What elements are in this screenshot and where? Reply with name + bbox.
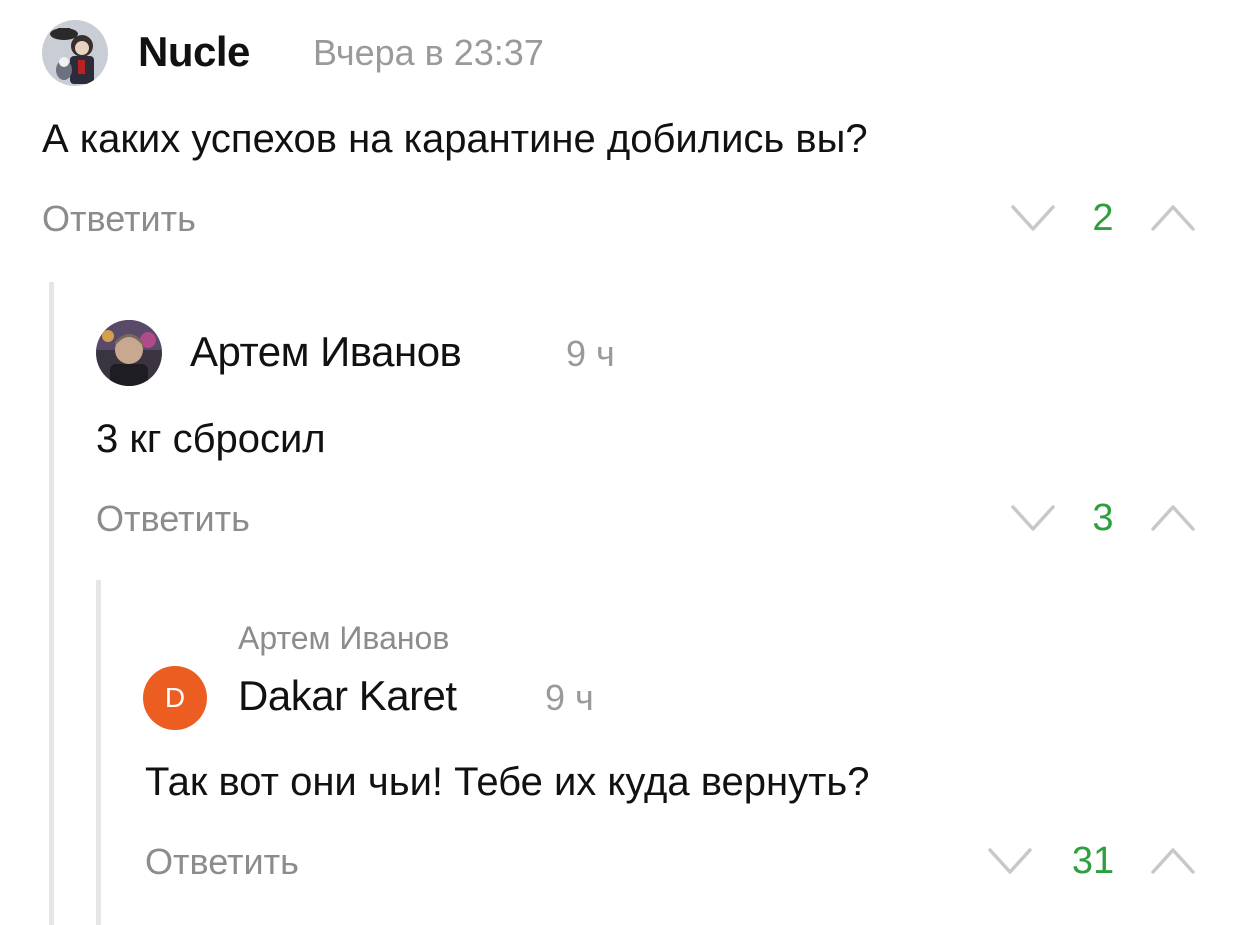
reply-button[interactable]: Ответить xyxy=(145,841,299,883)
vote-score: 2 xyxy=(1092,197,1114,239)
vote-down-button[interactable] xyxy=(1010,203,1056,238)
reply-button[interactable]: Ответить xyxy=(42,198,196,240)
chevron-down-icon xyxy=(1011,205,1055,231)
comment-text: 3 кг сбросил xyxy=(96,417,326,461)
chevron-up-icon xyxy=(1151,205,1195,231)
user-avatar[interactable] xyxy=(42,20,108,86)
reply-to-author-link[interactable]: Артем Иванов xyxy=(238,620,449,657)
reply-button[interactable]: Ответить xyxy=(96,498,250,540)
user-avatar[interactable]: D xyxy=(143,666,207,730)
vote-score: 31 xyxy=(1071,840,1115,882)
vote-score: 3 xyxy=(1092,497,1114,539)
comment-author[interactable]: Артем Иванов xyxy=(190,328,462,376)
comment-text: Так вот они чьи! Тебе их куда вернуть? xyxy=(145,760,870,804)
vote-up-button[interactable] xyxy=(1150,503,1196,538)
comment-author[interactable]: Dakar Karet xyxy=(238,672,457,720)
comment-timestamp: 9 ч xyxy=(566,333,615,374)
thread-line-level-1 xyxy=(49,282,54,925)
vote-up-button[interactable] xyxy=(1150,203,1196,238)
vote-down-button[interactable] xyxy=(1010,503,1056,538)
chevron-up-icon xyxy=(1151,505,1195,531)
comment-author[interactable]: Nucle xyxy=(138,28,250,76)
comment-timestamp: 9 ч xyxy=(545,677,594,718)
chevron-up-icon xyxy=(1151,848,1195,874)
user-photo-avatar-icon xyxy=(42,20,108,86)
comment-text: А каких успехов на карантине добились вы… xyxy=(42,117,868,161)
thread-line-level-2 xyxy=(96,580,101,925)
chevron-down-icon xyxy=(988,848,1032,874)
user-avatar[interactable] xyxy=(96,320,162,386)
vote-down-button[interactable] xyxy=(987,846,1033,881)
vote-up-button[interactable] xyxy=(1150,846,1196,881)
user-photo-avatar-icon xyxy=(96,320,162,386)
comment-timestamp: Вчера в 23:37 xyxy=(313,32,544,73)
chevron-down-icon xyxy=(1011,505,1055,531)
avatar-initial: D xyxy=(164,682,186,713)
